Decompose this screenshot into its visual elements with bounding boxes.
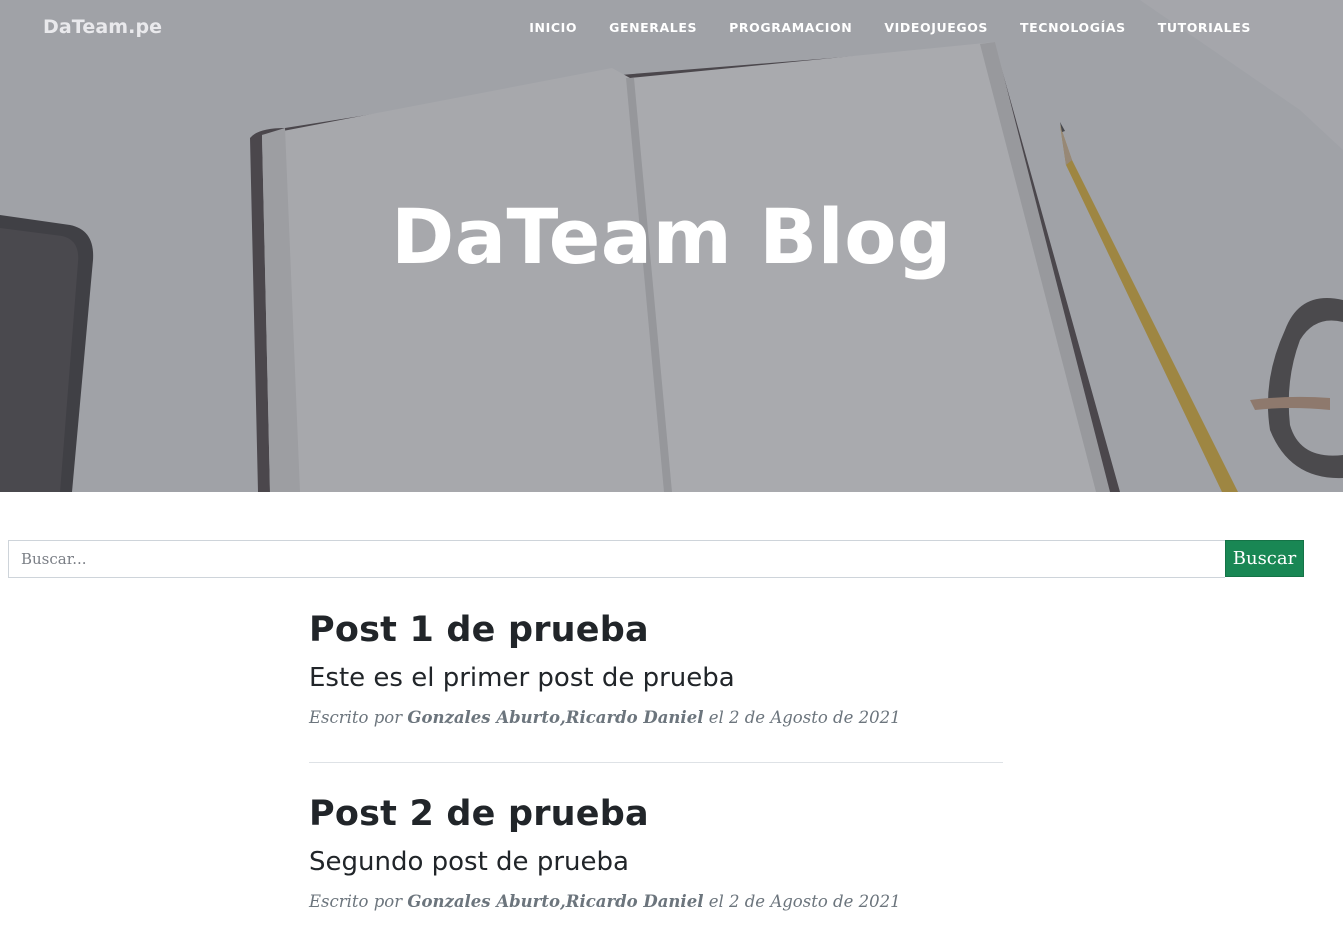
post-title[interactable]: Post 2 de prueba [309,790,1003,838]
post-subtitle[interactable]: Segundo post de prueba [309,838,1003,886]
post-preview-1[interactable]: Post 1 de prueba Este es el primer post … [309,606,1003,702]
nav-link-tutoriales[interactable]: TUTORIALES [1158,20,1251,35]
hero-title: DaTeam Blog [391,192,952,281]
post-date: el 2 de Agosto de 2021 [708,892,901,911]
post-meta-prefix: Escrito por [309,892,403,911]
brand-logo-link[interactable]: DaTeam.pe [43,16,162,38]
nav-links: INICIO GENERALES PROGRAMACION VIDEOJUEGO… [497,20,1251,35]
post-meta-prefix: Escrito por [309,708,403,727]
post-preview-2[interactable]: Post 2 de prueba Segundo post de prueba [309,790,1003,886]
post-list: Post 1 de prueba Este es el primer post … [309,606,1003,916]
nav-link-programacion[interactable]: PROGRAMACION [729,20,852,35]
nav-link-inicio[interactable]: INICIO [529,20,577,35]
post-author: Gonzales Aburto,Ricardo Daniel [407,892,704,911]
post-meta: Escrito por Gonzales Aburto,Ricardo Dani… [309,704,1003,732]
post-date: el 2 de Agosto de 2021 [708,708,901,727]
top-navbar: DaTeam.pe INICIO GENERALES PROGRAMACION … [0,0,1343,58]
post-meta: Escrito por Gonzales Aburto,Ricardo Dani… [309,888,1003,916]
nav-link-tecnologias[interactable]: TECNOLOGÍAS [1020,20,1126,35]
post-title[interactable]: Post 1 de prueba [309,606,1003,654]
nav-link-generales[interactable]: GENERALES [609,20,697,35]
post-author: Gonzales Aburto,Ricardo Daniel [407,708,704,727]
search-input[interactable] [8,540,1225,578]
nav-link-videojuegos[interactable]: VIDEOJUEGOS [884,20,988,35]
hero-header: DaTeam.pe INICIO GENERALES PROGRAMACION … [0,0,1343,492]
search-button[interactable]: Buscar [1225,540,1304,577]
search-form: Buscar [8,540,1304,578]
post-subtitle[interactable]: Este es el primer post de prueba [309,654,1003,702]
post-divider [309,762,1003,763]
